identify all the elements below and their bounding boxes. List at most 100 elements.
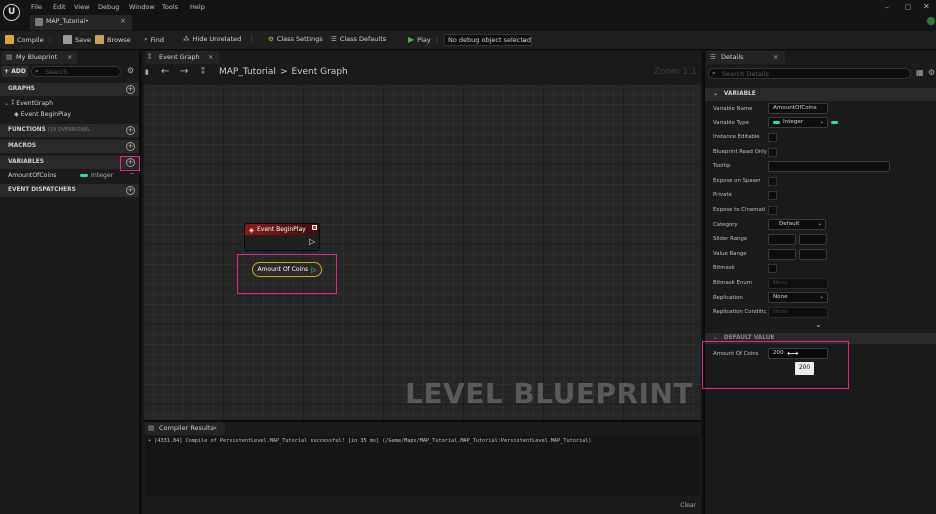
variable-section-header[interactable]: ⌄ VARIABLE — [705, 88, 936, 101]
functions-section[interactable]: FUNCTIONS (19 OVERRIDABL + — [0, 124, 139, 137]
blueprint-icon: ▤ — [6, 53, 13, 61]
class-defaults-button[interactable]: ☰ Class Defaults — [331, 35, 386, 43]
add-function-icon[interactable]: + — [126, 126, 135, 135]
details-settings-icon[interactable]: ⚙ — [928, 68, 935, 77]
graph-canvas[interactable]: ◈ Event BeginPlay ▷ Amount Of Coins ▷ LE… — [143, 84, 701, 420]
chevron-down-icon: ⌄ — [521, 36, 527, 44]
replication-condition-select[interactable]: None — [768, 307, 828, 318]
debug-object-select[interactable]: No debug object selected ⌄ — [444, 34, 532, 46]
add-button[interactable]: + ADD — [2, 66, 28, 77]
folder-icon — [95, 35, 104, 44]
category-select[interactable]: Default ⌄ — [768, 219, 826, 230]
add-dispatcher-icon[interactable]: + — [126, 186, 135, 195]
chevron-down-icon: ⌄ — [817, 221, 822, 227]
play-options-icon[interactable]: ⋮ — [434, 36, 441, 44]
container-type-icon[interactable] — [831, 121, 838, 124]
collapse-arrow-icon: ⌄ — [713, 91, 718, 97]
settings-gear-icon[interactable]: ⚙ — [127, 66, 134, 75]
instance-editable-checkbox[interactable] — [768, 133, 777, 142]
event-beginplay-node[interactable]: ◈ Event BeginPlay ▷ — [244, 223, 320, 251]
details-search-input[interactable]: ⌕ Search Details — [708, 68, 911, 79]
class-settings-label: Class Settings — [276, 35, 323, 43]
graph-menu-icon[interactable]: ▮ — [145, 68, 149, 76]
breadcrumb-leaf[interactable]: Event Graph — [291, 67, 347, 77]
menu-window[interactable]: Window — [129, 3, 155, 11]
menu-file[interactable]: File — [31, 3, 42, 11]
blueprint-read-only-label: Blueprint Read Only — [713, 149, 767, 155]
value-range-max[interactable] — [799, 249, 827, 260]
graphs-section[interactable]: GRAPHS + — [0, 83, 139, 96]
browse-button[interactable]: Browse — [95, 35, 131, 44]
clear-button[interactable]: Clear — [680, 502, 696, 509]
tree-item-eventgraph[interactable]: ⌄ ⁑ EventGraph — [4, 100, 53, 107]
maximize-icon[interactable]: ▢ — [905, 3, 912, 11]
back-arrow-icon[interactable]: ← — [161, 66, 169, 77]
close-window-icon[interactable]: ✕ — [923, 2, 930, 11]
value-range-min[interactable] — [768, 249, 796, 260]
menu-help[interactable]: Help — [190, 3, 205, 11]
table-view-icon[interactable]: ▦ — [916, 68, 924, 77]
tab-close-icon[interactable]: × — [773, 51, 778, 64]
save-button[interactable]: Save — [63, 35, 91, 44]
tab-close-icon[interactable]: × — [208, 51, 213, 64]
advanced-expand-icon[interactable]: ⌄ — [815, 320, 822, 329]
variables-section[interactable]: VARIABLES + — [0, 156, 139, 169]
breadcrumb-root[interactable]: MAP_Tutorial — [219, 67, 276, 77]
menu-tools[interactable]: Tools — [162, 3, 178, 11]
event-graph-tab[interactable]: ⁑ Event Graph × — [145, 51, 219, 64]
menu-edit[interactable]: Edit — [53, 3, 66, 11]
log-icon: ▤ — [148, 424, 155, 432]
integer-pin-icon — [773, 121, 780, 124]
replication-label: Replication — [713, 295, 743, 301]
my-blueprint-tab[interactable]: ▤ My Blueprint × — [2, 51, 77, 64]
source-control-icon[interactable] — [926, 16, 936, 26]
find-button[interactable]: ⌕ Find — [144, 35, 164, 44]
private-checkbox[interactable] — [768, 191, 777, 200]
variable-name-field[interactable]: AmountOfCoins — [768, 103, 828, 114]
bitmask-enum-select[interactable]: None — [768, 278, 828, 289]
expose-on-spawn-checkbox[interactable] — [768, 177, 777, 186]
tab-close-icon[interactable]: × — [212, 422, 217, 435]
exec-pin-icon[interactable]: ▷ — [309, 237, 315, 246]
details-tab[interactable]: ☰ Details × — [707, 51, 785, 64]
add-macro-icon[interactable]: + — [126, 142, 135, 151]
graph-icon: ⁑ — [148, 53, 152, 61]
delegate-pin-icon[interactable] — [312, 225, 317, 230]
slider-range-max[interactable] — [799, 234, 827, 245]
expose-cinematics-checkbox[interactable] — [768, 206, 777, 215]
expose-on-spawn-label: Expose on Spawn — [713, 178, 761, 184]
document-tab[interactable]: MAP_Tutorial• × — [30, 15, 132, 30]
blueprint-search-input[interactable]: ⌕ Search — [31, 66, 121, 77]
save-icon — [63, 35, 72, 44]
compiler-results-tab[interactable]: ▤ Compiler Results × — [145, 422, 225, 435]
minimize-icon[interactable]: – — [885, 3, 889, 12]
document-tab-close-icon[interactable]: × — [120, 17, 126, 25]
tooltip-field[interactable] — [768, 161, 890, 172]
compile-options-icon[interactable]: ⋮ — [47, 36, 54, 44]
forward-arrow-icon[interactable]: → — [180, 66, 188, 77]
class-settings-button[interactable]: ⚙ Class Settings — [268, 35, 323, 43]
replication-select[interactable]: None ⌄ — [768, 292, 828, 303]
tree-item-event-beginplay[interactable]: ◈ Event BeginPlay — [14, 111, 71, 118]
eventgraph-label: EventGraph — [16, 100, 53, 107]
expose-cinematics-label: Expose to Cinemati — [713, 207, 766, 213]
blueprint-read-only-checkbox[interactable] — [768, 148, 777, 157]
variable-type: Integer — [91, 172, 114, 179]
event-dispatchers-section[interactable]: EVENT DISPATCHERS + — [0, 184, 139, 197]
play-button[interactable]: ▶ Play ⋮ — [408, 35, 440, 44]
visibility-eye-icon[interactable]: ⌣ — [130, 170, 134, 178]
my-blueprint-tab-label: My Blueprint — [16, 53, 58, 61]
compile-button[interactable]: Compile ⋮ — [5, 35, 53, 44]
variable-row-amountofcoins[interactable]: AmountOfCoins Integer ⌣ — [8, 170, 138, 179]
bitmask-checkbox[interactable] — [768, 264, 777, 273]
add-graph-icon[interactable]: + — [126, 85, 135, 94]
variable-name: AmountOfCoins — [8, 172, 57, 179]
tab-close-icon[interactable]: × — [67, 51, 72, 64]
menu-debug[interactable]: Debug — [98, 3, 119, 11]
slider-range-min[interactable] — [768, 234, 796, 245]
variable-type-select[interactable]: Integer ⌄ — [768, 117, 828, 128]
hide-options-icon[interactable]: ⋮ — [248, 35, 255, 43]
hide-unrelated-button[interactable]: ⁂ Hide Unrelated ⋮ — [183, 35, 255, 43]
menu-view[interactable]: View — [74, 3, 89, 11]
macros-section[interactable]: MACROS + — [0, 140, 139, 153]
